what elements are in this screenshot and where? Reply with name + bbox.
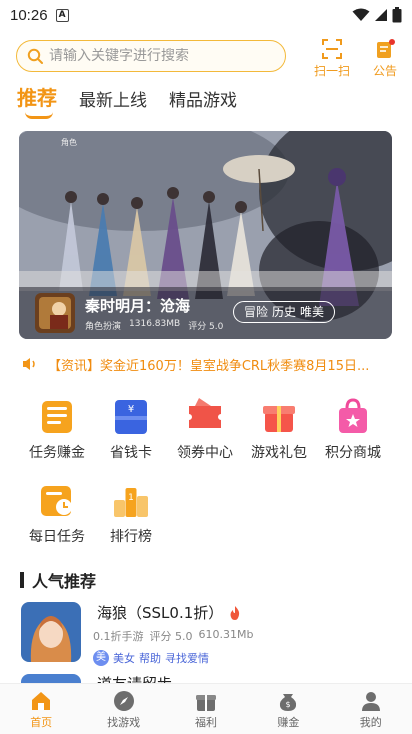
battery-icon — [392, 7, 402, 23]
feature-daily-tasks[interactable]: 每日任务 — [20, 480, 94, 546]
notice-label: 公告 — [372, 64, 397, 78]
feature-label: 每日任务 — [29, 529, 85, 545]
notification-icon: A — [55, 8, 69, 22]
tab-label: 精品游戏 — [169, 91, 237, 111]
hot-flame-icon — [230, 605, 240, 620]
svg-text:$: $ — [286, 700, 291, 709]
feature-label: 积分商城 — [325, 445, 381, 461]
coin-icon: $ — [280, 694, 297, 711]
banner-rating: 评分 5.0 — [188, 321, 224, 332]
calendar-clock-icon — [41, 486, 72, 516]
nav-label: 找游戏 — [107, 716, 141, 729]
clipboard-icon — [42, 401, 72, 433]
nav-label: 首页 — [30, 716, 53, 729]
section-title-text: 人气推荐 — [32, 572, 97, 591]
home-icon — [32, 692, 51, 710]
svg-text:1: 1 — [128, 493, 134, 503]
user-icon — [361, 692, 380, 711]
tag-badge: 美 — [93, 650, 109, 666]
feature-points-mall[interactable]: 积分商城 — [316, 396, 390, 462]
feature-label: 领券中心 — [177, 445, 233, 461]
nav-find-games[interactable]: 找游戏 — [83, 684, 165, 734]
banner-tag: 唯美 — [300, 305, 325, 319]
game-tag: 帮助 — [139, 652, 161, 665]
banner-tags: 冒险 历史 唯美 — [233, 301, 336, 323]
scan-icon — [322, 39, 342, 59]
feature-game-gifts[interactable]: 游戏礼包 — [242, 396, 316, 462]
tab-label: 推荐 — [17, 86, 57, 110]
banner-category: 角色扮演 — [85, 321, 122, 332]
feature-leaderboard[interactable]: 1 排行榜 — [94, 480, 168, 546]
featured-banner[interactable]: 角色 秦时明月：沧海 角色扮演 1316.83MB 评分 5.0 冒险 历史 唯… — [19, 131, 392, 339]
section-title-popular: 人气推荐 — [20, 568, 96, 592]
savings-card-icon: ¥ — [115, 400, 147, 434]
game-discount: 0.1折手游 — [93, 630, 144, 643]
shopping-bag-icon — [339, 398, 367, 433]
game-tag: 美女 — [113, 652, 135, 665]
scan-button[interactable]: 扫一扫 — [309, 38, 355, 79]
game-tag: 寻找爱情 — [165, 652, 209, 665]
speaker-icon — [23, 358, 35, 370]
banner-game-icon — [35, 293, 75, 333]
svg-text:¥: ¥ — [128, 404, 134, 415]
game-name-text: 海狼（SSL0.1折） — [97, 604, 224, 622]
nav-welfare[interactable]: 福利 — [165, 684, 247, 734]
nav-label: 赚金 — [277, 716, 300, 729]
scan-label: 扫一扫 — [313, 64, 350, 78]
status-time: 10:26 — [10, 6, 48, 24]
game-rating: 评分 5.0 — [149, 630, 193, 643]
feature-label: 省钱卡 — [110, 445, 152, 461]
coupon-icon — [189, 398, 221, 428]
notice-icon — [377, 39, 395, 58]
game-list-item[interactable]: 海狼（SSL0.1折） 0.1折手游 评分 5.0 610.31Mb 美 美女 … — [21, 602, 391, 666]
feature-label: 游戏礼包 — [251, 445, 307, 461]
wifi-icon — [352, 8, 370, 21]
tab-premium-games[interactable]: 精品游戏 — [169, 86, 237, 117]
podium-icon: 1 — [114, 488, 148, 517]
nav-home[interactable]: 首页 — [0, 684, 82, 734]
search-icon — [27, 48, 43, 64]
banner-game-title: 秦时明月：沧海 — [85, 296, 191, 315]
banner-info-bar: 秦时明月：沧海 角色扮演 1316.83MB 评分 5.0 冒险 历史 唯美 — [19, 287, 392, 339]
search-input[interactable] — [49, 48, 269, 64]
banner-size: 1316.83MB — [129, 318, 181, 329]
banner-game-meta: 角色扮演 1316.83MB 评分 5.0 — [85, 319, 223, 332]
tab-label: 最新上线 — [79, 91, 147, 111]
search-bar[interactable] — [16, 40, 286, 72]
banner-corner-label: 角色 — [61, 138, 77, 147]
tab-new-releases[interactable]: 最新上线 — [79, 86, 147, 117]
bottom-navigation: 首页 找游戏 福利 $ 赚金 我的 — [0, 683, 412, 734]
active-tab-indicator — [25, 112, 53, 119]
feature-coupon-center[interactable]: 领券中心 — [168, 396, 242, 462]
news-ticker-text: 【资讯】奖金近160万！皇室战争CRL秋季赛8月15日... — [48, 358, 370, 374]
tab-recommended[interactable]: 推荐 — [17, 82, 57, 119]
game-tags: 美 美女 帮助 寻找爱情 — [93, 650, 253, 666]
game-cover — [21, 602, 81, 662]
notice-button[interactable]: 公告 — [362, 38, 408, 79]
feature-savings-card[interactable]: ¥ 省钱卡 — [94, 396, 168, 462]
news-ticker[interactable]: 【资讯】奖金近160万！皇室战争CRL秋季赛8月15日... — [22, 354, 392, 374]
game-meta: 0.1折手游 评分 5.0 610.31Mb — [93, 628, 253, 644]
category-tabs: 推荐 最新上线 精品游戏 — [17, 82, 237, 119]
banner-tag: 历史 — [272, 305, 297, 319]
section-marker — [20, 572, 24, 588]
gift-icon — [195, 695, 216, 711]
nav-label: 我的 — [359, 716, 382, 729]
feature-label: 任务赚金 — [29, 445, 85, 461]
compass-icon — [113, 691, 134, 711]
feature-label: 排行榜 — [110, 529, 152, 545]
gift-box-icon — [263, 406, 295, 432]
banner-tag: 冒险 — [244, 305, 269, 319]
nav-earn-gold[interactable]: $ 赚金 — [247, 684, 329, 734]
nav-profile[interactable]: 我的 — [330, 684, 412, 734]
status-bar: 10:26 A — [0, 0, 412, 30]
feature-task-earn[interactable]: 任务赚金 — [20, 396, 94, 462]
signal-icon — [375, 9, 387, 21]
game-size: 610.31Mb — [198, 628, 254, 641]
game-name: 海狼（SSL0.1折） — [97, 602, 253, 623]
nav-label: 福利 — [194, 716, 217, 729]
